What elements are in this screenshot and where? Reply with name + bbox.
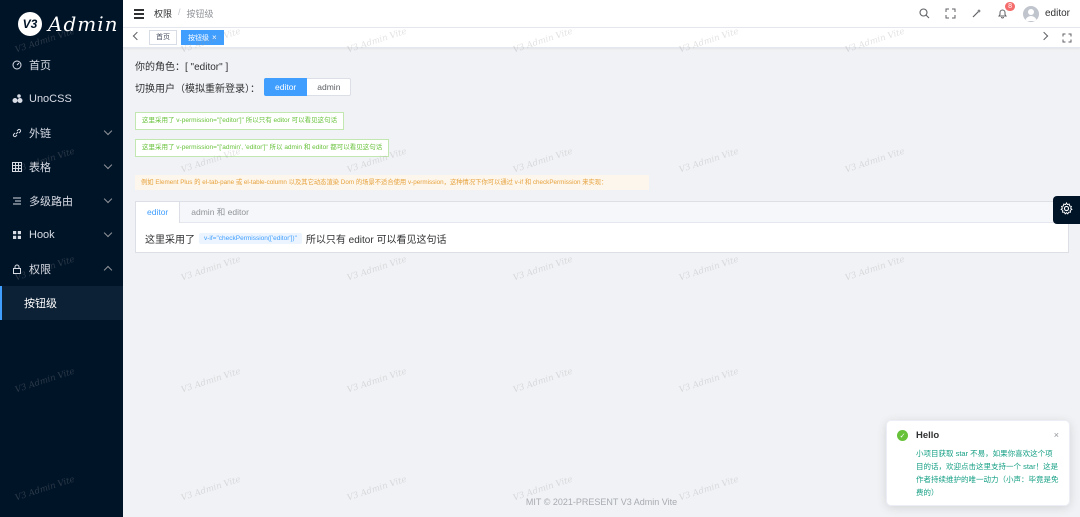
tab-text-after: 所以只有 editor 可以看见这句话	[305, 235, 447, 246]
logo[interactable]: V3 Admin	[0, 0, 123, 48]
sidebar-item-label: 表格	[29, 162, 51, 174]
chevron-down-icon	[103, 160, 113, 170]
logo-text: Admin	[48, 12, 119, 36]
chevron-down-icon	[103, 194, 113, 204]
switch-user-row: 切换用户（模拟重新登录）： editor admin	[135, 78, 352, 96]
notification-message[interactable]: 小项目获取 star 不易，如果你喜欢这个项目的话，欢迎点击这里支持一个 sta…	[916, 447, 1059, 499]
breadcrumb-separator: /	[178, 7, 181, 17]
notification-title: Hello	[916, 430, 940, 441]
tabs-card: editor admin 和 editor 这里采用了 v-if="checkP…	[135, 201, 1069, 253]
notification-title-row: ✓ Hello	[897, 430, 1059, 441]
radio-editor[interactable]: editor	[264, 78, 308, 96]
chevron-down-icon	[103, 228, 113, 238]
breadcrumb-item-current: 按钮级	[186, 9, 214, 19]
chevron-left-icon[interactable]	[132, 31, 142, 41]
tabs-header: editor admin 和 editor	[136, 202, 1068, 223]
username[interactable]: editor	[1045, 8, 1070, 19]
notification-card[interactable]: ✓ Hello × 小项目获取 star 不易，如果你喜欢这个项目的话，欢迎点击…	[886, 420, 1070, 506]
fullscreen-icon[interactable]	[1062, 32, 1072, 43]
avatar[interactable]	[1022, 5, 1039, 22]
sidebar-item-table[interactable]: 表格	[0, 150, 123, 184]
success-icon: ✓	[897, 430, 908, 441]
dashboard-icon	[11, 59, 23, 71]
breadcrumb: 权限 / 按钮级	[154, 7, 214, 20]
permission-alert-editor: 这里采用了 v-permission="['editor']" 所以只有 edi…	[135, 112, 345, 130]
hamburger-icon[interactable]	[134, 7, 144, 21]
sidebar-item-home[interactable]: 首页	[0, 48, 123, 82]
tag-label: 首页	[156, 34, 170, 41]
theme-switch-icon[interactable]	[971, 8, 983, 20]
table-icon	[11, 161, 23, 173]
sidebar-item-label: 首页	[29, 60, 51, 72]
code-tag: v-if="checkPermission(['editor'])"	[199, 233, 302, 244]
sidebar-item-unocss[interactable]: UnoCSS	[0, 82, 123, 116]
sidebar-item-label: 多级路由	[29, 196, 73, 208]
chevron-up-icon	[103, 265, 113, 275]
notification-badge: 8	[1005, 1, 1015, 11]
switch-user-label: 切换用户（模拟重新登录）：	[135, 83, 260, 95]
radio-admin[interactable]: admin	[307, 78, 352, 96]
breadcrumb-item-permission[interactable]: 权限	[154, 7, 172, 20]
sidebar-subitem-label: 按钮级	[24, 298, 57, 310]
tag-label: 按钮级	[188, 35, 209, 42]
close-icon[interactable]: ×	[1054, 430, 1059, 440]
tab-body: 这里采用了 v-if="checkPermission(['editor'])"…	[136, 223, 1068, 254]
sidebar-subitem-button-level[interactable]: 按钮级	[0, 286, 123, 320]
role-radio-group: editor admin	[264, 78, 352, 96]
search-icon[interactable]	[919, 8, 931, 20]
sidebar-item-link[interactable]: 外链	[0, 116, 123, 150]
permission-alert-admin-editor: 这里采用了 v-permission="['admin', 'editor']"…	[135, 139, 390, 157]
chevron-right-icon[interactable]	[1039, 31, 1049, 41]
navbar: 权限 / 按钮级 8 editor	[123, 0, 1080, 27]
gear-icon	[1060, 201, 1073, 218]
header-right: 8 editor	[919, 0, 1070, 27]
menu-icon	[11, 195, 23, 207]
link-icon	[11, 127, 23, 139]
tab-editor[interactable]: editor	[136, 202, 181, 223]
warning-alert: 例如 Element Plus 的 el-tab-pane 或 el-table…	[135, 175, 649, 190]
sidebar-item-label: Hook	[29, 229, 55, 241]
sidebar-item-label: 外链	[29, 128, 51, 140]
sidebar: V3 Admin 首页 UnoCSS 外链 表格 多级路由 Hook 权限 按钮…	[0, 0, 123, 517]
fullscreen-icon[interactable]	[945, 8, 957, 20]
role-text: 你的角色：[ "editor" ]	[135, 62, 229, 73]
lock-icon	[11, 263, 23, 275]
settings-button[interactable]	[1053, 196, 1080, 224]
tags-view: 首页 按钮级 ×	[123, 27, 1080, 48]
tag-home[interactable]: 首页	[149, 30, 177, 45]
sidebar-item-permission[interactable]: 权限	[0, 252, 123, 286]
bell-icon[interactable]: 8	[997, 1, 1015, 20]
sidebar-item-hook[interactable]: Hook	[0, 218, 123, 252]
logo-badge: V3	[18, 12, 42, 36]
chevron-down-icon	[103, 126, 113, 136]
tags-list: 首页 按钮级 ×	[149, 30, 224, 45]
unocss-icon	[11, 93, 23, 105]
sidebar-item-label: 权限	[29, 264, 51, 276]
grid-icon	[11, 229, 23, 241]
sidebar-item-label: UnoCSS	[29, 93, 72, 105]
tab-text-before: 这里采用了	[145, 235, 195, 246]
close-icon[interactable]: ×	[212, 33, 217, 42]
tab-admin-editor[interactable]: admin 和 editor	[180, 202, 260, 222]
sidebar-item-multilevel[interactable]: 多级路由	[0, 184, 123, 218]
tag-button-level[interactable]: 按钮级 ×	[181, 30, 224, 45]
